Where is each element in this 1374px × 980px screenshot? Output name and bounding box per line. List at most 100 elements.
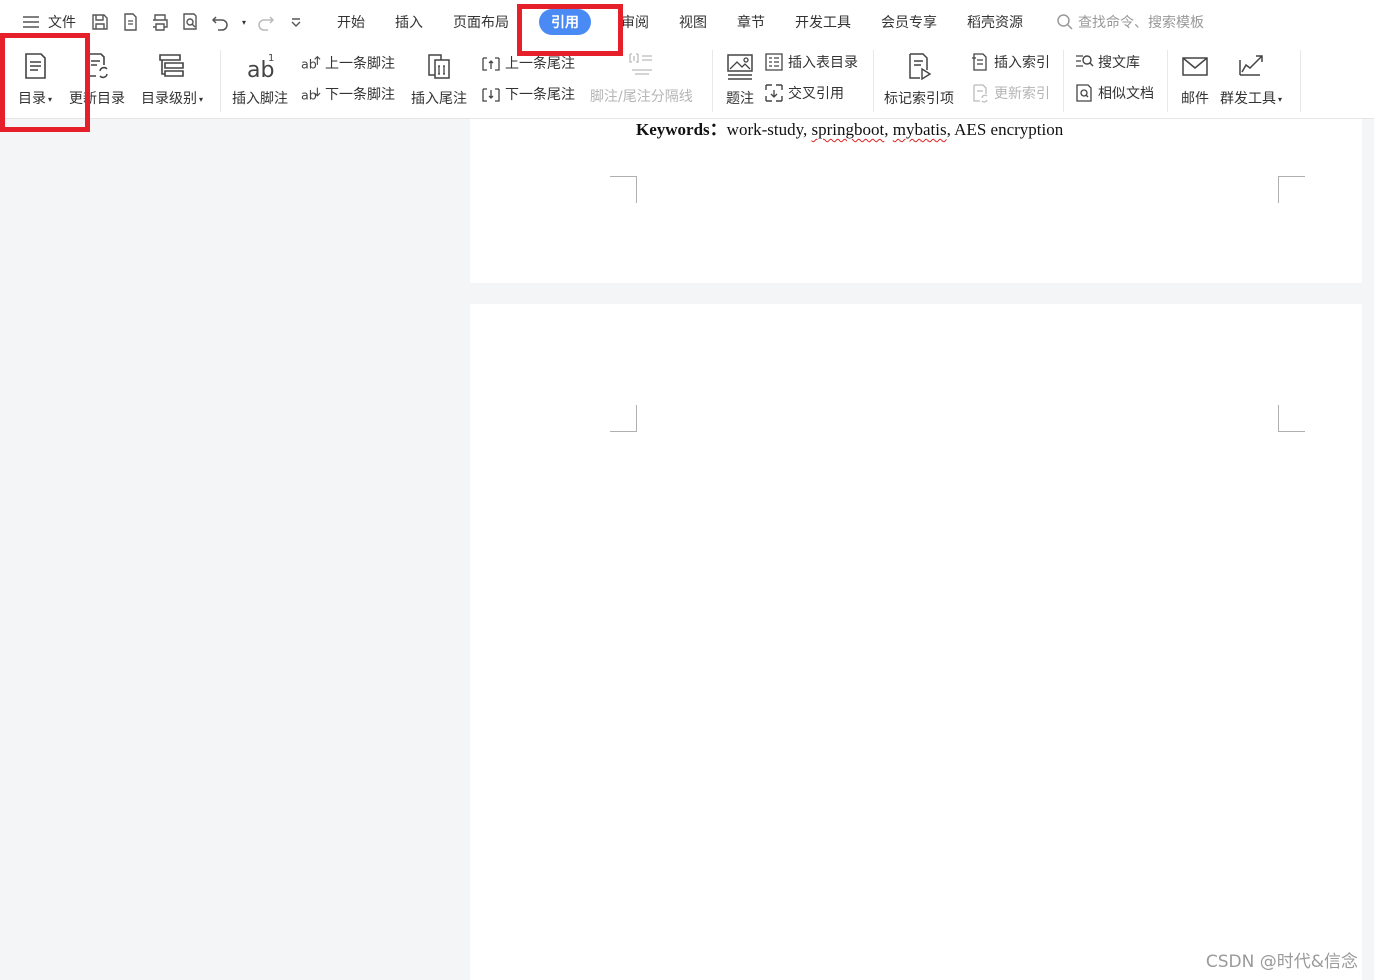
margin-corner-mark (610, 176, 637, 203)
insert-footnote-button[interactable]: ab 1 插入脚注 (232, 46, 288, 108)
highlight-box-references-tab (517, 4, 623, 56)
svg-text:ab: ab (301, 87, 317, 102)
toc-level-label: 目录级别 (141, 91, 197, 107)
margin-corner-mark (1278, 405, 1305, 432)
footnote-icon: ab 1 (244, 50, 276, 82)
next-endnote-button[interactable]: 下一条尾注 (481, 84, 575, 104)
keywords-separator: , (884, 120, 893, 139)
prev-footnote-label: 上一条脚注 (325, 56, 395, 72)
search-library-label: 搜文库 (1098, 55, 1140, 71)
insert-footnote-label: 插入脚注 (232, 91, 288, 107)
mail-icon (1179, 50, 1211, 82)
undo-dropdown-icon[interactable]: ▾ (242, 18, 246, 27)
export-pdf-icon[interactable] (120, 12, 140, 32)
tab-home-label: 开始 (337, 15, 366, 31)
svg-text:ab: ab (301, 56, 317, 71)
mark-index-entry-button[interactable]: 标记索引项 (884, 46, 954, 108)
keywords-line[interactable]: Keywords：work-study, springboot, mybatis… (636, 115, 1063, 140)
highlight-box-toc-button (0, 33, 90, 132)
tab-chapter-label: 章节 (737, 15, 766, 31)
customize-toolbar-icon[interactable] (286, 12, 306, 32)
mail-label: 邮件 (1181, 91, 1209, 107)
separator (1063, 50, 1064, 112)
mark-index-icon (903, 50, 935, 82)
separator (712, 50, 713, 112)
search-placeholder: 查找命令、搜索模板 (1078, 15, 1205, 31)
keywords-label: Keywords： (636, 120, 727, 139)
tab-page-layout[interactable]: 页面布局 (438, 0, 524, 44)
mark-index-entry-label: 标记索引项 (884, 91, 954, 107)
ribbon-tabs: 开始 插入 页面布局 引用 审阅 视图 章节 开发工具 会员专享 稻壳资源 (322, 0, 1038, 44)
print-icon[interactable] (150, 12, 170, 32)
spell-check-mybatis: mybatis (892, 120, 947, 139)
next-endnote-label: 下一条尾注 (505, 87, 575, 103)
separator (873, 50, 874, 112)
quick-access-toolbar: ▾ (90, 12, 306, 32)
undo-icon[interactable] (210, 12, 230, 32)
prev-endnote-icon (481, 53, 501, 73)
cross-reference-icon (764, 83, 784, 103)
next-footnote-button[interactable]: ab 下一条脚注 (301, 84, 395, 104)
menu-bar: 文件 ▾ 开始 插入 页面布局 引用 审阅 视图 章节 开发工具 会员专享 稻壳… (0, 0, 1374, 44)
tab-resources[interactable]: 稻壳资源 (952, 0, 1038, 44)
insert-endnote-label: 插入尾注 (411, 91, 467, 107)
endnote-icon (423, 50, 455, 82)
insert-endnote-button[interactable]: 插入尾注 (411, 46, 467, 108)
watermark: CSDN @时代&信念 (1205, 952, 1358, 972)
separator (220, 50, 221, 112)
similar-docs-label: 相似文档 (1098, 86, 1154, 102)
tab-member-label: 会员专享 (881, 15, 938, 31)
separator-line-icon (625, 50, 657, 78)
references-ribbon: 目录 ▾ 更新目录 目录级别 ▾ ab 1 插入脚注 ab 上一条脚注 ab 下一条脚… (0, 44, 1374, 119)
caption-button[interactable]: 题注 (724, 46, 756, 108)
update-index-button[interactable]: 更新索引 (970, 83, 1050, 103)
next-footnote-label: 下一条脚注 (325, 87, 395, 103)
similar-docs-icon (1074, 83, 1094, 103)
print-preview-icon[interactable] (180, 12, 200, 32)
separator (1300, 50, 1301, 112)
tab-view-label: 视图 (679, 15, 708, 31)
insert-table-of-figures-button[interactable]: 插入表目录 (764, 52, 858, 72)
spell-check-springboot: springboot (811, 120, 885, 139)
cross-reference-button[interactable]: 交叉引用 (764, 83, 844, 103)
cross-reference-label: 交叉引用 (788, 86, 844, 102)
separator (1167, 50, 1168, 112)
next-footnote-icon: ab (301, 84, 321, 104)
prev-endnote-button[interactable]: 上一条尾注 (481, 53, 575, 73)
update-index-label: 更新索引 (994, 86, 1050, 102)
search-icon (1057, 14, 1073, 30)
file-menu-label: 文件 (48, 15, 76, 31)
toc-level-button[interactable]: 目录级别 ▾ (141, 46, 203, 108)
insert-index-label: 插入索引 (994, 55, 1050, 71)
document-page-2[interactable] (470, 304, 1362, 980)
svg-text:1: 1 (268, 53, 274, 64)
footnote-separator-label: 脚注/尾注分隔线 (590, 89, 693, 105)
command-search[interactable]: 查找命令、搜索模板 (1056, 12, 1204, 32)
insert-index-button[interactable]: 插入索引 (970, 52, 1050, 72)
tab-developer[interactable]: 开发工具 (780, 0, 866, 44)
caption-icon (724, 50, 756, 82)
tab-view[interactable]: 视图 (664, 0, 722, 44)
search-library-icon (1074, 52, 1094, 72)
save-icon[interactable] (90, 12, 110, 32)
tab-insert[interactable]: 插入 (380, 0, 438, 44)
insert-index-icon (970, 52, 990, 72)
table-of-figures-icon (764, 52, 784, 72)
similar-docs-button[interactable]: 相似文档 (1074, 83, 1154, 103)
tab-member[interactable]: 会员专享 (866, 0, 952, 44)
mass-send-dropdown-icon: ▾ (1278, 94, 1283, 104)
mail-button[interactable]: 邮件 (1179, 46, 1211, 108)
mass-send-tool-button[interactable]: 群发工具 ▾ (1220, 46, 1282, 108)
redo-icon[interactable] (256, 12, 276, 32)
tab-review-label: 审阅 (621, 15, 650, 31)
search-library-button[interactable]: 搜文库 (1074, 52, 1140, 72)
caption-label: 题注 (726, 91, 754, 107)
tab-home[interactable]: 开始 (322, 0, 380, 44)
keywords-text-1: work-study, (726, 120, 812, 139)
margin-corner-mark (610, 405, 637, 432)
prev-footnote-button[interactable]: ab 上一条脚注 (301, 53, 395, 73)
keywords-text-2: , AES encryption (946, 120, 1064, 139)
document-page-1[interactable] (470, 119, 1362, 283)
toc-level-dropdown-icon: ▾ (199, 94, 204, 104)
tab-chapter[interactable]: 章节 (722, 0, 780, 44)
